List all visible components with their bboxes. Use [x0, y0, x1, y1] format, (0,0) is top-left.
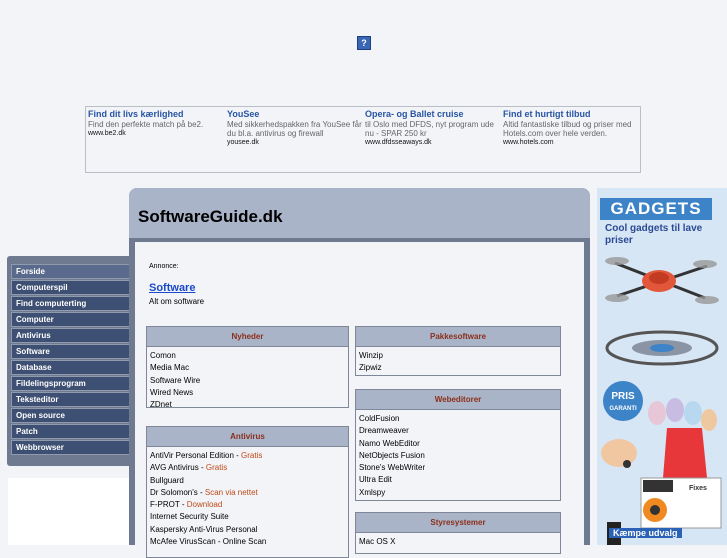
- sidebar-item-software[interactable]: Software: [11, 344, 131, 359]
- annonce-label: Annonce:: [149, 263, 179, 270]
- help-icon[interactable]: ?: [357, 36, 371, 50]
- ad-item[interactable]: Find et hurtigt tilbud Altid fantastiske…: [503, 109, 639, 148]
- link-item[interactable]: Comon: [147, 350, 348, 362]
- sidebar-blank-panel: [8, 478, 132, 545]
- box-title: Pakkesoftware: [356, 327, 560, 347]
- site-title[interactable]: SoftwareGuide.dk: [138, 207, 283, 227]
- link-item[interactable]: Internet Security Suite: [147, 511, 348, 523]
- sidebar-item-find-computerting[interactable]: Find computerting: [11, 296, 131, 311]
- link-item[interactable]: Dr Solomon's - Scan via nettet: [147, 487, 348, 499]
- sidebar-item-fildelingsprogram[interactable]: Fildelingsprogram: [11, 376, 131, 391]
- box-webeditorer: Webeditorer ColdFusion Dreamweaver Namo …: [355, 389, 561, 501]
- box-antivirus: Antivirus AntiVir Personal Edition - Gra…: [146, 426, 349, 558]
- link-item[interactable]: Xmlspy: [356, 487, 560, 499]
- main-content: Annonce: Software Alt om software Nyhede…: [135, 242, 584, 558]
- sidebar-item-computer[interactable]: Computer: [11, 312, 131, 327]
- ad-desc: Med sikkerhedspakken fra YouSee får du b…: [227, 120, 362, 138]
- link-item[interactable]: NetObjects Fusion: [356, 450, 560, 462]
- site-header: SoftwareGuide.dk: [129, 188, 590, 238]
- link-item[interactable]: Namo WebEditor: [356, 438, 560, 450]
- ad-item[interactable]: Find dit livs kærlighed Find den perfekt…: [88, 109, 224, 139]
- box-nyheder: Nyheder Comon Media Mac Software Wire Wi…: [146, 326, 349, 411]
- gadgets-banner-ad[interactable]: GADGETS Cool gadgets til lave priser PRI…: [597, 188, 727, 545]
- link-item[interactable]: Bullguard: [147, 475, 348, 487]
- box-styresystemer: Styresystemer Mac OS X: [355, 512, 561, 554]
- box-title: Nyheder: [147, 327, 348, 347]
- ad-url[interactable]: www.be2.dk: [88, 129, 224, 139]
- price-badge-line2: GARANTI: [609, 406, 637, 412]
- link-item[interactable]: AntiVir Personal Edition - Gratis: [147, 450, 348, 462]
- sidebar-item-database[interactable]: Database: [11, 360, 131, 375]
- link-item[interactable]: Media Mac: [147, 362, 348, 374]
- link-item[interactable]: Stone's WebWriter: [356, 462, 560, 474]
- sidebar-item-computerspil[interactable]: Computerspil: [11, 280, 131, 295]
- ad-desc: til Oslo med DFDS, nyt program ude nu - …: [365, 120, 494, 138]
- link-item[interactable]: McAfee VirusScan - Online Scan: [147, 536, 348, 548]
- link-item[interactable]: Wired News: [147, 387, 348, 399]
- sidebar-item-open-source[interactable]: Open source: [11, 408, 131, 423]
- sidebar-item-forside[interactable]: Forside: [11, 264, 131, 279]
- link-item[interactable]: Winzip: [356, 350, 560, 362]
- drone-icon: [605, 257, 719, 304]
- box-title: Styresystemer: [356, 513, 560, 533]
- software-link-desc: Alt om software: [149, 297, 205, 306]
- ad-desc: Find den perfekte match på be2.: [88, 120, 204, 129]
- product-label: Fixes: [689, 485, 707, 492]
- sidebar-item-webbrowser[interactable]: Webbrowser: [11, 440, 131, 455]
- link-item[interactable]: Zipwiz: [356, 362, 560, 374]
- main-panel: SoftwareGuide.dk Annonce: Software Alt o…: [129, 188, 590, 558]
- sidebar-item-patch[interactable]: Patch: [11, 424, 131, 439]
- ad-item[interactable]: Opera- og Ballet cruise til Oslo med DFD…: [365, 109, 501, 148]
- link-item[interactable]: AVG Antivirus - Gratis: [147, 462, 348, 474]
- ad-url[interactable]: www.dfdsseaways.dk: [365, 138, 501, 148]
- gadgets-ad-artwork: PRIS GARANTI Fixes: [601, 257, 722, 545]
- ad-strip: Find dit livs kærlighed Find den perfekt…: [85, 106, 641, 173]
- gadgets-ad-cta[interactable]: Kæmpe udvalg: [609, 528, 682, 538]
- link-item[interactable]: Mac OS X: [356, 536, 560, 548]
- link-item[interactable]: Dreamweaver: [356, 425, 560, 437]
- ad-desc: Altid fantastiske tilbud og priser med H…: [503, 120, 632, 138]
- ad-url[interactable]: www.hotels.com: [503, 138, 639, 148]
- ad-item[interactable]: YouSee Med sikkerhedspakken fra YouSee f…: [227, 109, 363, 148]
- price-badge-icon: PRIS GARANTI: [603, 381, 643, 421]
- software-link[interactable]: Software: [149, 282, 195, 294]
- link-item[interactable]: ZDnet: [147, 399, 348, 411]
- ad-title[interactable]: Opera- og Ballet cruise: [365, 109, 501, 120]
- link-item[interactable]: Ultra Edit: [356, 474, 560, 486]
- link-item[interactable]: Kaspersky Anti-Virus Personal: [147, 524, 348, 536]
- sidebar-item-antivirus[interactable]: Antivirus: [11, 328, 131, 343]
- ufo-icon: [605, 330, 719, 366]
- link-item[interactable]: Software Wire: [147, 375, 348, 387]
- box-title: Webeditorer: [356, 390, 560, 410]
- box-pakkesoftware: Pakkesoftware Winzip Zipwiz: [355, 326, 561, 376]
- ad-title[interactable]: Find dit livs kærlighed: [88, 109, 224, 120]
- ad-title[interactable]: YouSee: [227, 109, 363, 120]
- sidebar-nav: Forside Computerspil Find computerting C…: [7, 256, 132, 466]
- ad-title[interactable]: Find et hurtigt tilbud: [503, 109, 639, 120]
- link-item[interactable]: ColdFusion: [356, 413, 560, 425]
- link-item[interactable]: F-PROT - Download: [147, 499, 348, 511]
- price-badge-line1: PRIS: [611, 391, 635, 402]
- box-title: Antivirus: [147, 427, 348, 447]
- sidebar-item-teksteditor[interactable]: Teksteditor: [11, 392, 131, 407]
- ad-url[interactable]: yousee.dk: [227, 138, 363, 148]
